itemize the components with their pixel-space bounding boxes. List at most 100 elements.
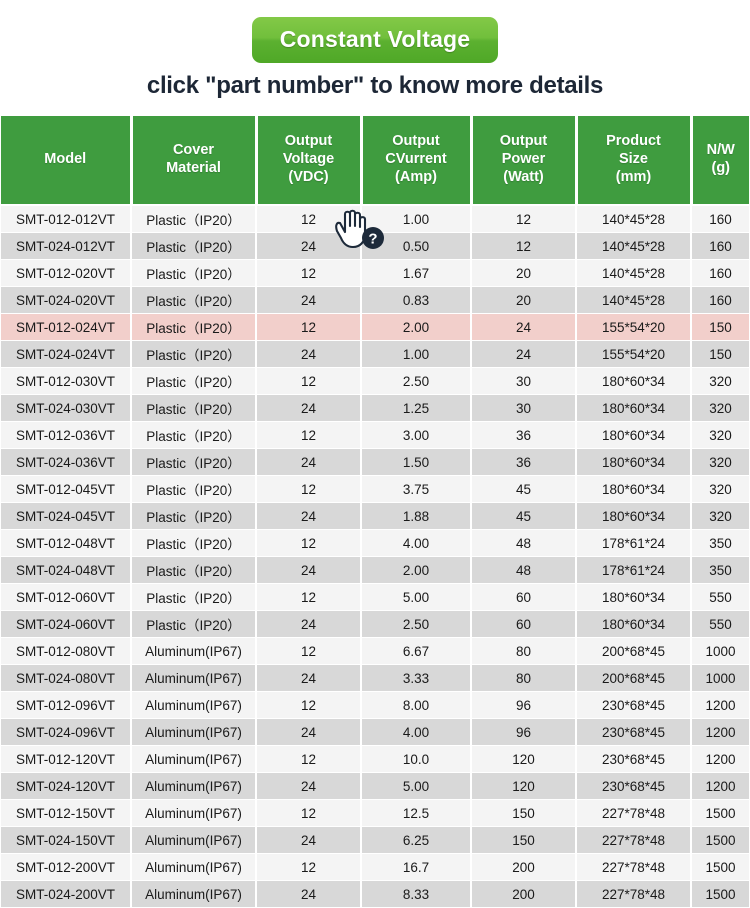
cell-part-number[interactable]: SMT-012-120VT bbox=[1, 745, 132, 773]
table-row[interactable]: SMT-024-036VT Plastic（IP20） 24 1.50 36 180*60… bbox=[1, 448, 749, 476]
table-header-row: Model Cover Material Output Voltage (VDC) Outp… bbox=[1, 116, 749, 206]
cell-part-number[interactable]: SMT-012-045VT bbox=[1, 475, 132, 503]
table-row[interactable]: SMT-024-120VT Aluminum(IP67) 24 5.00 120 230*… bbox=[1, 772, 749, 800]
cell-cover: Plastic（IP20） bbox=[131, 232, 257, 260]
column-header-nw[interactable]: N/W (g) bbox=[691, 116, 749, 206]
cell-power: 200 bbox=[471, 880, 577, 908]
column-header-model-line: Model bbox=[44, 151, 87, 168]
column-header-model[interactable]: Model bbox=[1, 116, 133, 206]
table-row[interactable]: SMT-012-080VT Aluminum(IP67) 12 6.67 80 200*6… bbox=[1, 637, 749, 665]
column-header-current-line: CVurrent bbox=[385, 151, 447, 168]
cell-cover: Plastic（IP20） bbox=[131, 448, 257, 476]
cell-cover: Plastic（IP20） bbox=[131, 529, 257, 557]
cell-nw: 350 bbox=[691, 556, 749, 584]
cell-part-number[interactable]: SMT-012-060VT bbox=[1, 583, 132, 611]
table-row[interactable]: SMT-012-060VT Plastic（IP20） 12 5.00 60 180*60… bbox=[1, 583, 749, 611]
cell-part-number[interactable]: SMT-024-012VT bbox=[1, 232, 132, 260]
table-row[interactable]: SMT-012-150VT Aluminum(IP67) 12 12.5 150 227*… bbox=[1, 799, 749, 827]
table-row[interactable]: SMT-012-045VT Plastic（IP20） 12 3.75 45 180*60… bbox=[1, 475, 749, 503]
cell-part-number[interactable]: SMT-024-048VT bbox=[1, 556, 132, 584]
cell-cover: Plastic（IP20） bbox=[131, 610, 257, 638]
table-row[interactable]: SMT-024-020VT Plastic（IP20） 24 0.83 20 140*45… bbox=[1, 286, 749, 314]
table-row[interactable]: SMT-024-048VT Plastic（IP20） 24 2.00 48 178*61… bbox=[1, 556, 749, 584]
cell-cover: Plastic（IP20） bbox=[131, 394, 257, 422]
cell-nw: 160 bbox=[691, 205, 749, 233]
banner-area: Constant Voltage bbox=[0, 0, 750, 72]
cell-voltage: 12 bbox=[256, 637, 362, 665]
table-row[interactable]: SMT-012-024VT Plastic（IP20） 12 2.00 24 155*54… bbox=[1, 313, 749, 341]
constant-voltage-button[interactable]: Constant Voltage bbox=[251, 16, 499, 64]
cell-part-number[interactable]: SMT-024-200VT bbox=[1, 880, 132, 908]
cell-part-number[interactable]: SMT-012-024VT bbox=[1, 313, 132, 341]
cell-current: 1.00 bbox=[361, 340, 472, 368]
cell-part-number[interactable]: SMT-024-150VT bbox=[1, 826, 132, 854]
table-row[interactable]: SMT-024-080VT Aluminum(IP67) 24 3.33 80 200*6… bbox=[1, 664, 749, 692]
column-header-voltage[interactable]: Output Voltage (VDC) bbox=[256, 116, 363, 206]
cell-voltage: 24 bbox=[256, 502, 362, 530]
cell-current: 1.67 bbox=[361, 259, 472, 287]
cell-voltage: 12 bbox=[256, 745, 362, 773]
cell-nw: 1500 bbox=[691, 799, 749, 827]
cell-power: 36 bbox=[471, 448, 577, 476]
table-row[interactable]: SMT-012-020VT Plastic（IP20） 12 1.67 20 140*45… bbox=[1, 259, 749, 287]
cell-part-number[interactable]: SMT-024-096VT bbox=[1, 718, 132, 746]
column-header-size[interactable]: Product Size (mm) bbox=[576, 116, 693, 206]
cell-nw: 320 bbox=[691, 394, 749, 422]
cell-power: 120 bbox=[471, 745, 577, 773]
cell-current: 5.00 bbox=[361, 583, 472, 611]
cell-cover: Plastic（IP20） bbox=[131, 556, 257, 584]
column-header-nw-line: N/W bbox=[706, 142, 735, 159]
cell-part-number[interactable]: SMT-012-030VT bbox=[1, 367, 132, 395]
cell-voltage: 12 bbox=[256, 367, 362, 395]
table-row[interactable]: SMT-012-200VT Aluminum(IP67) 12 16.7 200 227*… bbox=[1, 853, 749, 881]
table-row[interactable]: SMT-012-030VT Plastic（IP20） 12 2.50 30 180*60… bbox=[1, 367, 749, 395]
cell-part-number[interactable]: SMT-012-080VT bbox=[1, 637, 132, 665]
cell-part-number[interactable]: SMT-024-036VT bbox=[1, 448, 132, 476]
table-row[interactable]: SMT-012-012VT Plastic（IP20） 12 1.00 12 140*45… bbox=[1, 205, 749, 233]
cell-part-number[interactable]: SMT-012-036VT bbox=[1, 421, 132, 449]
cell-part-number[interactable]: SMT-024-020VT bbox=[1, 286, 132, 314]
cell-nw: 550 bbox=[691, 583, 749, 611]
column-header-power-line: Output bbox=[499, 133, 548, 150]
table-row[interactable]: SMT-024-012VT Plastic（IP20） 24 0.50 12 140*45… bbox=[1, 232, 749, 260]
cell-nw: 320 bbox=[691, 448, 749, 476]
cell-part-number[interactable]: SMT-024-045VT bbox=[1, 502, 132, 530]
cell-power: 45 bbox=[471, 502, 577, 530]
cell-part-number[interactable]: SMT-024-030VT bbox=[1, 394, 132, 422]
cell-current: 2.50 bbox=[361, 367, 472, 395]
table-row[interactable]: SMT-024-045VT Plastic（IP20） 24 1.88 45 180*60… bbox=[1, 502, 749, 530]
cell-part-number[interactable]: SMT-012-150VT bbox=[1, 799, 132, 827]
cell-voltage: 24 bbox=[256, 340, 362, 368]
table-row[interactable]: SMT-024-030VT Plastic（IP20） 24 1.25 30 180*60… bbox=[1, 394, 749, 422]
cell-part-number[interactable]: SMT-024-120VT bbox=[1, 772, 132, 800]
cell-nw: 1000 bbox=[691, 664, 749, 692]
cell-size: 140*45*28 bbox=[576, 232, 692, 260]
column-header-power[interactable]: Output Power (Watt) bbox=[471, 116, 578, 206]
spec-table-container: Model Cover Material Output Voltage (VDC) Outp… bbox=[1, 116, 749, 908]
cell-part-number[interactable]: SMT-012-012VT bbox=[1, 205, 132, 233]
table-row[interactable]: SMT-012-096VT Aluminum(IP67) 12 8.00 96 230*6… bbox=[1, 691, 749, 719]
cell-current: 1.88 bbox=[361, 502, 472, 530]
cell-part-number[interactable]: SMT-012-096VT bbox=[1, 691, 132, 719]
cell-part-number[interactable]: SMT-012-200VT bbox=[1, 853, 132, 881]
table-row[interactable]: SMT-012-036VT Plastic（IP20） 12 3.00 36 180*60… bbox=[1, 421, 749, 449]
cell-part-number[interactable]: SMT-024-080VT bbox=[1, 664, 132, 692]
cell-part-number[interactable]: SMT-012-048VT bbox=[1, 529, 132, 557]
column-header-current[interactable]: Output CVurrent (Amp) bbox=[361, 116, 473, 206]
cell-voltage: 12 bbox=[256, 529, 362, 557]
cell-current: 3.00 bbox=[361, 421, 472, 449]
table-row[interactable]: SMT-024-096VT Aluminum(IP67) 24 4.00 96 230*6… bbox=[1, 718, 749, 746]
column-header-cover[interactable]: Cover Material bbox=[131, 116, 258, 206]
cell-part-number[interactable]: SMT-012-020VT bbox=[1, 259, 132, 287]
table-row[interactable]: SMT-012-120VT Aluminum(IP67) 12 10.0 120 230*… bbox=[1, 745, 749, 773]
page-subtitle: click "part number" to know more details bbox=[146, 72, 604, 99]
table-row[interactable]: SMT-024-150VT Aluminum(IP67) 24 6.25 150 227*… bbox=[1, 826, 749, 854]
table-row[interactable]: SMT-024-060VT Plastic（IP20） 24 2.50 60 180*60… bbox=[1, 610, 749, 638]
table-row[interactable]: SMT-012-048VT Plastic（IP20） 12 4.00 48 178*61… bbox=[1, 529, 749, 557]
cell-part-number[interactable]: SMT-024-024VT bbox=[1, 340, 132, 368]
cell-part-number[interactable]: SMT-024-060VT bbox=[1, 610, 132, 638]
column-header-current-line: Output bbox=[392, 133, 440, 150]
table-row[interactable]: SMT-024-200VT Aluminum(IP67) 24 8.33 200 227*… bbox=[1, 880, 749, 908]
cell-cover: Aluminum(IP67) bbox=[131, 772, 257, 800]
table-row[interactable]: SMT-024-024VT Plastic（IP20） 24 1.00 24 155*54… bbox=[1, 340, 749, 368]
